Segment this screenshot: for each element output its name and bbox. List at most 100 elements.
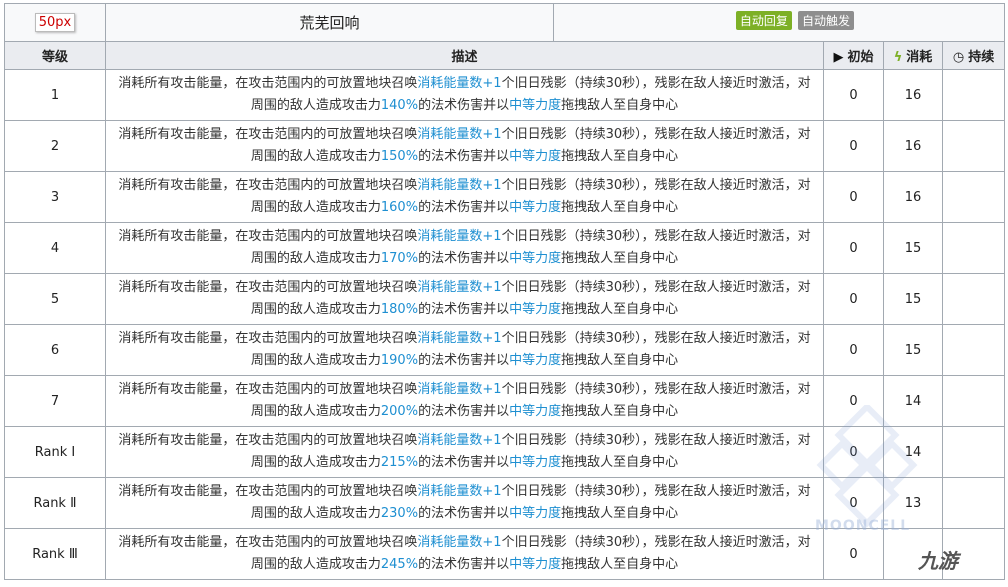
desc-highlight: 消耗能量数+1 [417,331,502,346]
desc-percentage: 170% [380,251,419,266]
skill-header-row: 50px 荒芜回响 自动回复 自动触发 [4,3,1006,42]
table-row: 1 消耗所有攻击能量，在攻击范围内的可放置地块召唤消耗能量数+1个旧日残影（持续3… [4,69,1006,121]
desc-highlight: 中等力度 [509,506,562,521]
level-cell: 1 [4,69,106,121]
desc-percentage: 180% [380,302,419,317]
desc-text: 拖拽敌人至自身中心 [561,251,679,266]
tag-auto-recovery: 自动回复 [735,11,792,30]
desc-text: 拖拽敌人至自身中心 [561,506,679,521]
level-cell: 7 [4,375,106,427]
description-cell: 消耗所有攻击能量，在攻击范围内的可放置地块召唤消耗能量数+1个旧日残影（持续30… [105,324,824,376]
tag-auto-trigger: 自动触发 [798,11,855,30]
desc-text: 拖拽敌人至自身中心 [561,353,679,368]
level-cell: Rank Ⅲ [4,528,106,580]
desc-text: 的法术伤害并以 [418,455,510,470]
level-cell: 4 [4,222,106,274]
table-row: Rank Ⅲ 消耗所有攻击能量，在攻击范围内的可放置地块召唤消耗能量数+1个旧日残… [4,528,1006,580]
desc-highlight: 消耗能量数+1 [417,280,502,295]
column-header-row: 等级 描述 ▶ 初始 ϟ 消耗 ◷ 持续 [4,41,1006,70]
desc-text: 拖拽敌人至自身中心 [561,200,679,215]
cost-cell: 16 [883,120,943,172]
desc-text: 消耗所有攻击能量，在攻击范围内的可放置地块召唤 [118,535,418,550]
level-cell: 6 [4,324,106,376]
initial-cell: 0 [823,528,884,580]
description-cell: 消耗所有攻击能量，在攻击范围内的可放置地块召唤消耗能量数+1个旧日残影（持续30… [105,375,824,427]
desc-text: 消耗所有攻击能量，在攻击范围内的可放置地块召唤 [118,76,418,91]
description-cell: 消耗所有攻击能量，在攻击范围内的可放置地块召唤消耗能量数+1个旧日残影（持续30… [105,69,824,121]
col-duration-label: 持续 [968,50,995,65]
desc-text: 消耗所有攻击能量，在攻击范围内的可放置地块召唤 [118,382,418,397]
cost-cell: 16 [883,171,943,223]
level-cell: Rank Ⅰ [4,426,106,478]
desc-highlight: 中等力度 [509,302,562,317]
duration-cell [941,477,1006,529]
desc-percentage: 245% [380,557,419,572]
desc-highlight: 中等力度 [509,404,562,419]
clock-icon: ◷ [952,50,965,65]
duration-cell [941,324,1006,376]
duration-cell [941,171,1006,223]
col-initial: ▶ 初始 [823,41,884,70]
desc-text: 消耗所有攻击能量，在攻击范围内的可放置地块召唤 [118,433,418,448]
desc-text: 拖拽敌人至自身中心 [561,557,679,572]
desc-text: 拖拽敌人至自身中心 [561,455,679,470]
col-description: 描述 [105,41,824,70]
desc-highlight: 消耗能量数+1 [417,76,502,91]
initial-cell: 0 [823,69,884,121]
desc-highlight: 中等力度 [509,455,562,470]
description-cell: 消耗所有攻击能量，在攻击范围内的可放置地块召唤消耗能量数+1个旧日残影（持续30… [105,120,824,172]
duration-cell [941,222,1006,274]
desc-text: 的法术伤害并以 [418,251,510,266]
table-row: 3 消耗所有攻击能量，在攻击范围内的可放置地块召唤消耗能量数+1个旧日残影（持续3… [4,171,1006,223]
desc-highlight: 消耗能量数+1 [417,484,502,499]
col-initial-label: 初始 [847,50,874,65]
desc-percentage: 200% [380,404,419,419]
col-cost: ϟ 消耗 [883,41,943,70]
desc-text: 消耗所有攻击能量，在攻击范围内的可放置地块召唤 [118,331,418,346]
desc-text: 的法术伤害并以 [418,302,510,317]
skill-icon-cell: 50px [4,3,106,42]
desc-highlight: 中等力度 [509,149,562,164]
description-cell: 消耗所有攻击能量，在攻击范围内的可放置地块召唤消耗能量数+1个旧日残影（持续30… [105,222,824,274]
desc-text: 拖拽敌人至自身中心 [561,149,679,164]
col-cost-label: 消耗 [906,50,933,65]
desc-highlight: 消耗能量数+1 [417,229,502,244]
desc-highlight: 消耗能量数+1 [417,178,502,193]
skill-name: 荒芜回响 [105,3,554,42]
desc-highlight: 消耗能量数+1 [417,433,502,448]
duration-cell [941,69,1006,121]
desc-highlight: 消耗能量数+1 [417,127,502,142]
table-row: 5 消耗所有攻击能量，在攻击范围内的可放置地块召唤消耗能量数+1个旧日残影（持续3… [4,273,1006,325]
level-cell: 3 [4,171,106,223]
bolt-icon: ϟ [893,50,903,65]
desc-text: 的法术伤害并以 [418,98,510,113]
cost-cell: 15 [883,222,943,274]
desc-text: 消耗所有攻击能量，在攻击范围内的可放置地块召唤 [118,484,418,499]
duration-cell [941,375,1006,427]
desc-percentage: 215% [380,455,419,470]
level-cell: Rank Ⅱ [4,477,106,529]
skill-tags: 自动回复 自动触发 [552,3,1006,42]
desc-text: 拖拽敌人至自身中心 [561,98,679,113]
desc-text: 的法术伤害并以 [418,353,510,368]
description-cell: 消耗所有攻击能量，在攻击范围内的可放置地块召唤消耗能量数+1个旧日残影（持续30… [105,426,824,478]
col-level: 等级 [4,41,106,70]
desc-text: 拖拽敌人至自身中心 [561,404,679,419]
desc-highlight: 中等力度 [509,200,562,215]
desc-percentage: 230% [380,506,419,521]
desc-highlight: 中等力度 [509,353,562,368]
description-cell: 消耗所有攻击能量，在攻击范围内的可放置地块召唤消耗能量数+1个旧日残影（持续30… [105,477,824,529]
desc-text: 消耗所有攻击能量，在攻击范围内的可放置地块召唤 [118,127,418,142]
desc-text: 的法术伤害并以 [418,200,510,215]
desc-text: 的法术伤害并以 [418,506,510,521]
desc-highlight: 消耗能量数+1 [417,382,502,397]
site-logo: 九游 [918,549,958,573]
desc-text: 消耗所有攻击能量，在攻击范围内的可放置地块召唤 [118,229,418,244]
duration-cell [941,426,1006,478]
level-cell: 5 [4,273,106,325]
duration-cell [941,120,1006,172]
desc-text: 的法术伤害并以 [418,557,510,572]
description-cell: 消耗所有攻击能量，在攻击范围内的可放置地块召唤消耗能量数+1个旧日残影（持续30… [105,171,824,223]
initial-cell: 0 [823,222,884,274]
watermark-emblem [816,405,918,528]
